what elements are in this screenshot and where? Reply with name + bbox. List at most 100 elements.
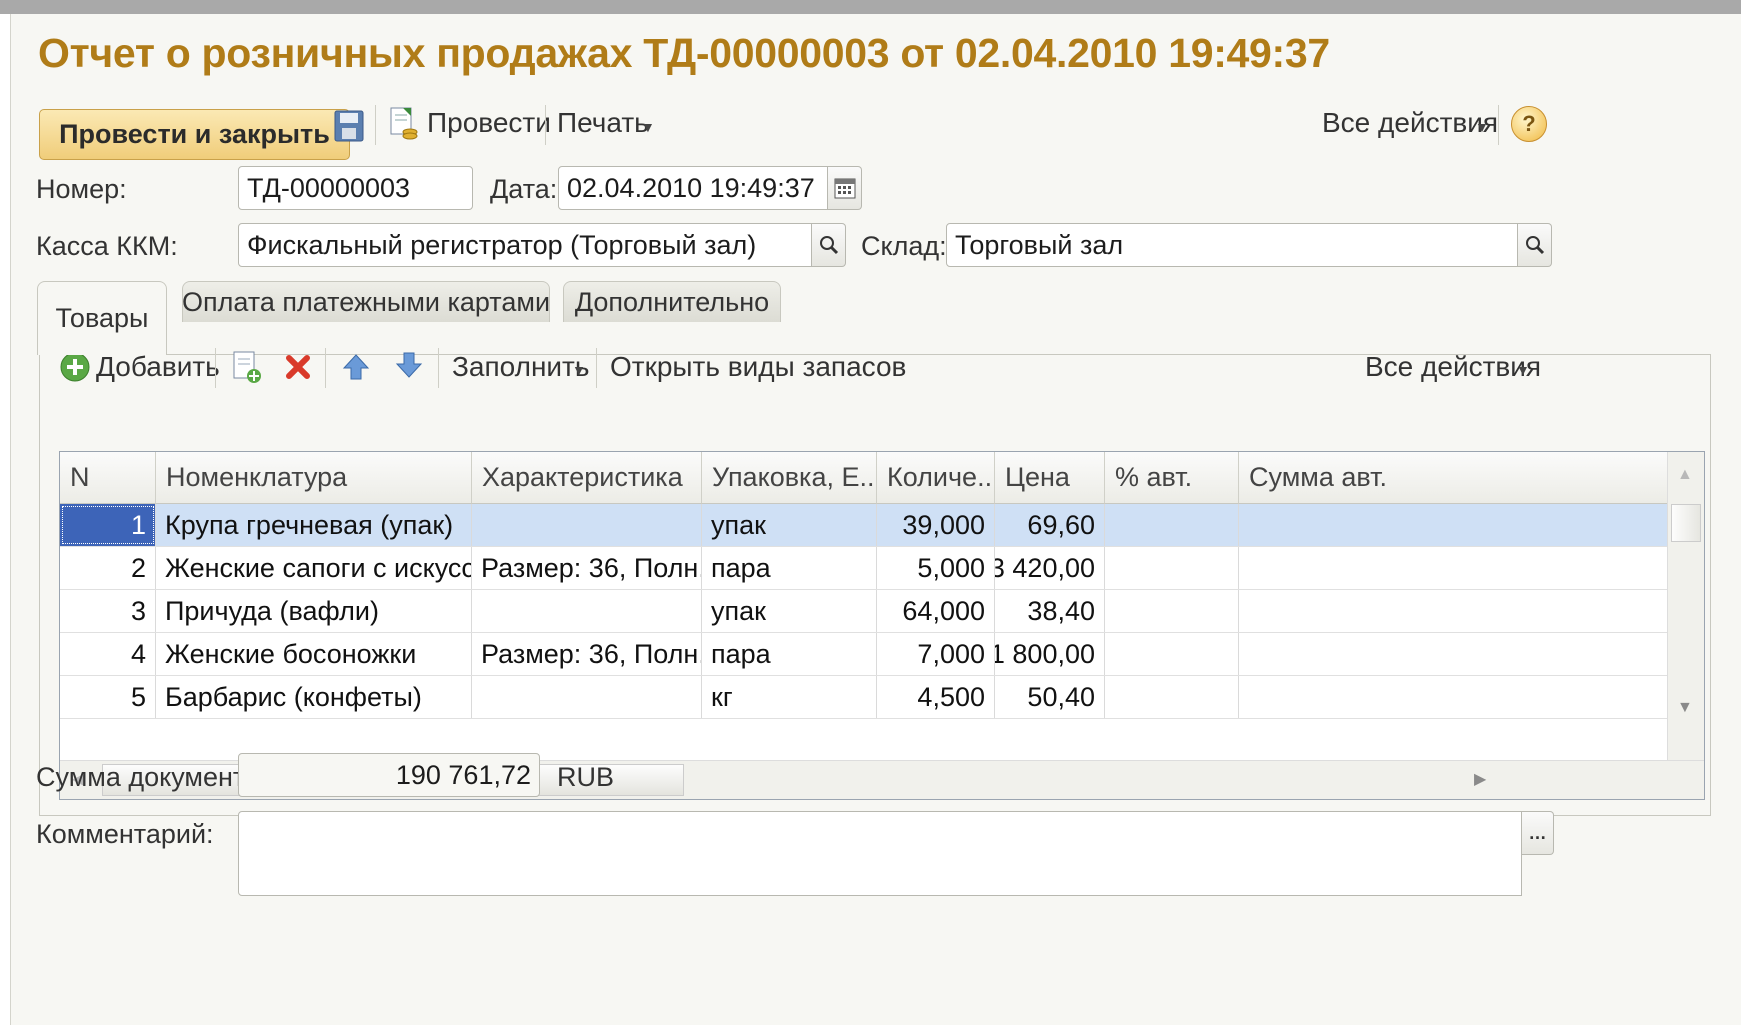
column-header-price[interactable]: Цена xyxy=(995,452,1105,504)
goods-table[interactable]: N Номенклатура Характеристика Упаковка, … xyxy=(59,451,1705,800)
row-number[interactable]: 2 xyxy=(60,547,156,589)
tab-card-payments[interactable]: Оплата платежными картами xyxy=(182,281,550,322)
package-cell[interactable]: упак xyxy=(702,590,877,632)
comment-field[interactable] xyxy=(238,811,1522,896)
row-number[interactable]: 4 xyxy=(60,633,156,675)
copy-row-icon[interactable] xyxy=(229,348,265,386)
page-title: Отчет о розничных продажах ТД-00000003 о… xyxy=(38,30,1330,76)
calendar-icon[interactable] xyxy=(828,166,862,210)
column-header-characteristic[interactable]: Характеристика xyxy=(472,452,702,504)
post-doc-icon[interactable] xyxy=(386,104,422,144)
nomenclature-cell[interactable]: Женские босоножки xyxy=(156,633,472,675)
auto-pct-cell[interactable] xyxy=(1105,504,1239,546)
column-header-package[interactable]: Упаковка, Е... xyxy=(702,452,877,504)
toolbar-separator xyxy=(596,348,597,388)
column-header-auto-sum[interactable]: Сумма авт. xyxy=(1239,452,1668,504)
table-row[interactable]: 2 Женские сапоги с искусс... Размер: 36, П… xyxy=(60,547,1668,590)
scroll-up-icon[interactable]: ▲ xyxy=(1677,466,1693,484)
nomenclature-cell[interactable]: Барбарис (конфеты) xyxy=(156,676,472,718)
table-all-actions-menu[interactable]: Все действия xyxy=(1365,351,1541,383)
characteristic-cell[interactable] xyxy=(472,590,702,632)
quantity-cell[interactable]: 5,000 xyxy=(877,547,995,589)
table-row[interactable]: 1 Крупа гречневая (упак) упак 39,000 69,60 xyxy=(60,504,1668,547)
row-number[interactable]: 1 xyxy=(60,504,156,546)
nomenclature-cell[interactable]: Крупа гречневая (упак) xyxy=(156,504,472,546)
auto-pct-cell[interactable] xyxy=(1105,547,1239,589)
column-header-n[interactable]: N xyxy=(60,452,156,504)
toolbar-separator xyxy=(325,348,326,388)
auto-sum-cell[interactable] xyxy=(1239,676,1668,718)
date-field[interactable]: 02.04.2010 19:49:37 xyxy=(558,166,828,210)
auto-pct-cell[interactable] xyxy=(1105,633,1239,675)
number-label: Номер: xyxy=(36,174,127,204)
package-cell[interactable]: кг xyxy=(702,676,877,718)
quantity-cell[interactable]: 39,000 xyxy=(877,504,995,546)
tab-goods[interactable]: Товары xyxy=(37,281,167,355)
more-options-icon[interactable]: … xyxy=(1522,811,1554,855)
open-stock-kinds-button[interactable]: Открыть виды запасов xyxy=(610,351,906,383)
auto-sum-cell[interactable] xyxy=(1239,504,1668,546)
print-menu-button[interactable]: Печать xyxy=(557,107,649,139)
scroll-right-icon[interactable]: ▶ xyxy=(1474,769,1486,789)
characteristic-cell[interactable] xyxy=(472,676,702,718)
search-icon[interactable] xyxy=(812,223,846,267)
number-field[interactable]: ТД-00000003 xyxy=(238,166,473,210)
characteristic-cell[interactable] xyxy=(472,504,702,546)
search-icon[interactable] xyxy=(1518,223,1552,267)
column-header-auto-pct[interactable]: % авт. xyxy=(1105,452,1239,504)
kassa-label: Касса ККМ: xyxy=(36,231,178,261)
row-number[interactable]: 3 xyxy=(60,590,156,632)
table-row[interactable]: 5 Барбарис (конфеты) кг 4,500 50,40 xyxy=(60,676,1668,719)
nomenclature-cell[interactable]: Женские сапоги с искусс... xyxy=(156,547,472,589)
move-down-icon[interactable] xyxy=(392,348,426,382)
package-cell[interactable]: пара xyxy=(702,633,877,675)
currency-label: RUB xyxy=(557,762,615,792)
comment-label: Комментарий: xyxy=(36,819,214,849)
price-cell[interactable]: 3 420,00 xyxy=(995,547,1105,589)
vertical-scrollbar[interactable]: ▲ ▼ xyxy=(1667,452,1704,761)
sklad-field[interactable]: Торговый зал xyxy=(946,223,1518,267)
scrollbar-thumb[interactable] xyxy=(1671,504,1701,542)
quantity-cell[interactable]: 4,500 xyxy=(877,676,995,718)
table-row[interactable]: 4 Женские босоножки Размер: 36, Полн... пар… xyxy=(60,633,1668,676)
auto-pct-cell[interactable] xyxy=(1105,676,1239,718)
price-cell[interactable]: 1 800,00 xyxy=(995,633,1105,675)
auto-pct-cell[interactable] xyxy=(1105,590,1239,632)
column-header-quantity[interactable]: Количе... xyxy=(877,452,995,504)
post-button[interactable]: Провести xyxy=(427,107,551,139)
window-top-border xyxy=(0,0,1741,14)
table-row[interactable]: 3 Причуда (вафли) упак 64,000 38,40 xyxy=(60,590,1668,633)
add-button[interactable]: Добавить xyxy=(96,351,220,383)
auto-sum-cell[interactable] xyxy=(1239,590,1668,632)
chevron-down-icon: ▼ xyxy=(1475,119,1489,135)
auto-sum-cell[interactable] xyxy=(1239,547,1668,589)
price-cell[interactable]: 38,40 xyxy=(995,590,1105,632)
toolbar-separator xyxy=(545,105,546,145)
help-button[interactable]: ? xyxy=(1511,106,1547,142)
package-cell[interactable]: пара xyxy=(702,547,877,589)
characteristic-cell[interactable]: Размер: 36, Полн... xyxy=(472,547,702,589)
price-cell[interactable]: 50,40 xyxy=(995,676,1105,718)
post-and-close-button[interactable]: Провести и закрыть xyxy=(39,109,350,160)
nomenclature-cell[interactable]: Причуда (вафли) xyxy=(156,590,472,632)
auto-sum-cell[interactable] xyxy=(1239,633,1668,675)
quantity-cell[interactable]: 7,000 xyxy=(877,633,995,675)
scroll-down-icon[interactable]: ▼ xyxy=(1677,699,1693,717)
kassa-field[interactable]: Фискальный регистратор (Торговый зал) xyxy=(238,223,812,267)
fill-menu-button[interactable]: Заполнить xyxy=(452,351,589,383)
column-header-nomenclature[interactable]: Номенклатура xyxy=(156,452,472,504)
chevron-down-icon: ▼ xyxy=(641,119,655,135)
chevron-down-icon: ▼ xyxy=(1516,362,1530,378)
price-cell[interactable]: 69,60 xyxy=(995,504,1105,546)
tab-additional[interactable]: Дополнительно xyxy=(563,281,781,322)
row-number[interactable]: 5 xyxy=(60,676,156,718)
package-cell[interactable]: упак xyxy=(702,504,877,546)
save-icon[interactable] xyxy=(330,107,368,145)
add-icon[interactable] xyxy=(58,350,92,384)
all-actions-menu[interactable]: Все действия xyxy=(1322,107,1498,139)
quantity-cell[interactable]: 64,000 xyxy=(877,590,995,632)
document-sum-field: 190 761,72 xyxy=(238,753,540,797)
move-up-icon[interactable] xyxy=(339,350,373,384)
characteristic-cell[interactable]: Размер: 36, Полн... xyxy=(472,633,702,675)
delete-icon[interactable] xyxy=(282,350,314,384)
